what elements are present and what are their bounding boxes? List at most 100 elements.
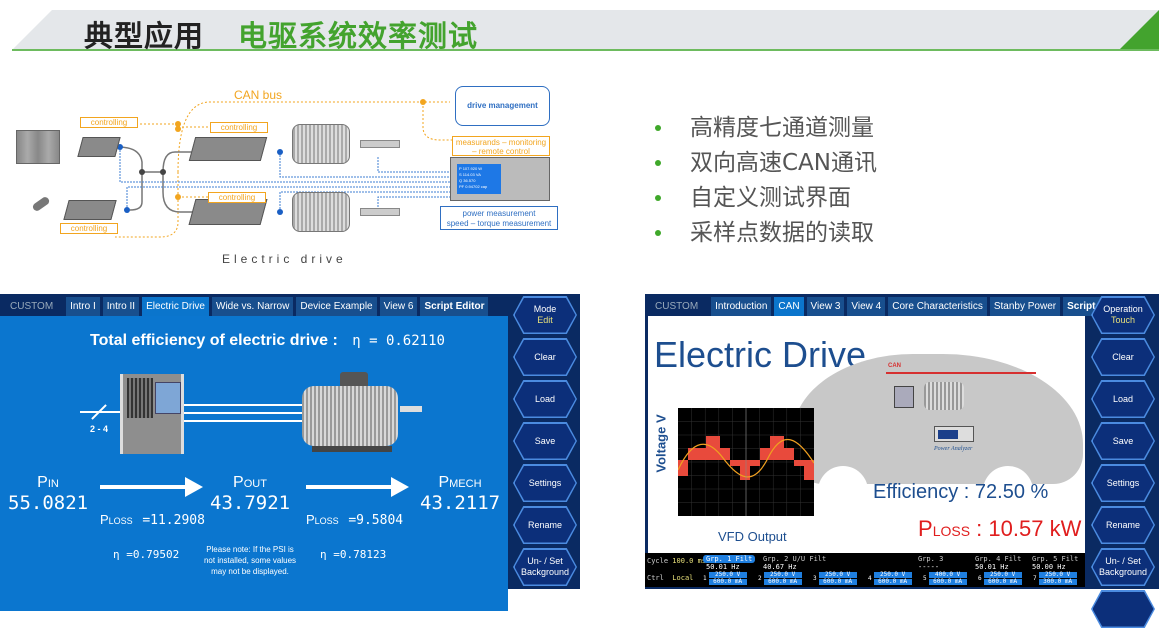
tab-view-4[interactable]: View 4 [847, 297, 886, 316]
un-set-button[interactable]: Un- / Set Background [1091, 548, 1155, 586]
button-face: Un- / Set Background [1092, 549, 1154, 585]
channel-number: 1 [703, 575, 707, 582]
save-button[interactable]: Save [1091, 422, 1155, 460]
group-name: Grp. 1 Filt [703, 555, 756, 563]
cycle-row: Cycle 100.0 ms [647, 557, 707, 565]
tab-electric-drive[interactable]: Electric Drive [142, 297, 209, 316]
button-label: Operation [1103, 304, 1143, 314]
channel-range[interactable]: 5 400.0 V 600.0 mA [923, 571, 967, 586]
button-face: Clear [514, 339, 576, 375]
channel-range[interactable]: 2 250.0 V 600.0 mA [758, 571, 802, 586]
tab-introduction[interactable]: Introduction [711, 297, 772, 316]
channel-range[interactable]: 7 250.0 V 300.0 mA [1033, 571, 1077, 586]
measurement-group[interactable]: Grp. 5 Filt 50.00 Hz [1029, 555, 1081, 571]
ploss-value: : 10.57 kW [976, 516, 1082, 541]
can-label: CAN [888, 363, 901, 369]
status-strip: Cycle 100.0 ms Ctrl Local Grp. 1 Filt 50.… [645, 553, 1085, 587]
button-face: Load [514, 381, 576, 417]
group-name: Grp. 4 Filt [975, 555, 1022, 563]
load-button[interactable]: Load [1091, 380, 1155, 418]
power-analyzer-label: Power Analyzer [934, 446, 973, 452]
can-bus-label: CAN bus [234, 88, 283, 102]
tab-bar: CUSTOM Intro I Intro II Electric Drive Wide … [0, 294, 491, 316]
button-face: Clear [1092, 339, 1154, 375]
inverter-icon [894, 386, 914, 408]
tab-view-3[interactable]: View 3 [806, 297, 845, 316]
channel-number: 6 [978, 575, 982, 582]
blank-button[interactable] [1091, 590, 1155, 628]
power-in-value: 55.0821 [8, 492, 89, 514]
measurement-group[interactable]: Grp. 2 U/U Filt 40.67 Hz [760, 555, 829, 571]
slide-header: 典型应用 电驱系统效率测试 [12, 10, 1159, 53]
diagram-caption: Electric drive [222, 252, 347, 266]
clear-button[interactable]: Clear [513, 338, 577, 376]
tab-intro-i[interactable]: Intro I [66, 297, 100, 316]
un-set-button[interactable]: Un- / Set Background [513, 548, 577, 586]
analyzer-screen-electric-drive: CUSTOM Intro I Intro II Electric Drive Wide … [0, 294, 580, 611]
save-button[interactable]: Save [513, 422, 577, 460]
rename-button[interactable]: Rename [513, 506, 577, 544]
button-label: Load [1112, 393, 1134, 404]
settings-button[interactable]: Settings [513, 464, 577, 502]
analyzer-line: PF 0.94702 cap [459, 184, 488, 189]
tab-can[interactable]: CAN [774, 297, 804, 316]
feature-text: 采样点数据的读取 [690, 220, 874, 246]
measurement-group[interactable]: Grp. 1 Filt 50.01 Hz [703, 555, 756, 571]
view-title: Electric Drive [654, 334, 867, 375]
motor-icon [292, 124, 350, 164]
power-mech-value: 43.2117 [420, 492, 501, 514]
tab-custom[interactable]: CUSTOM [645, 297, 708, 316]
measurement-group[interactable]: Grp. 4 Filt 50.01 Hz [972, 555, 1024, 571]
channel-range[interactable]: 3 250.0 V 600.0 mA [813, 571, 857, 586]
header-title: 电驱系统效率测试 [238, 19, 479, 53]
measurands-line: – remote control [472, 147, 530, 156]
loss-1: PLOSS =11.2908 [100, 512, 205, 528]
arrow-right-icon [100, 477, 203, 497]
psi-note: Please note: If the PSI is not installed,… [203, 545, 297, 576]
tab-wide-vs-narrow[interactable]: Wide vs. Narrow [212, 297, 294, 316]
button-label-line2: Background [1098, 567, 1148, 577]
efficiency-2: η =0.78123 [320, 548, 387, 561]
tab-stanby-power[interactable]: Stanby Power [989, 297, 1061, 316]
controller-icon [77, 137, 121, 157]
channel-number: 7 [1033, 575, 1037, 582]
tab-device-example[interactable]: Device Example [296, 297, 377, 316]
electric-drive-view: Total efficiency of electric drive : η =… [0, 316, 508, 611]
group-name: Grp. 2 U/U Filt [763, 555, 827, 563]
load-button[interactable]: Load [513, 380, 577, 418]
bullet-icon [655, 195, 661, 201]
inverter-panel [155, 382, 181, 414]
bullet-icon [655, 160, 661, 166]
controlling-tag: controlling [60, 223, 118, 234]
button-face: Save [514, 423, 576, 459]
button-label: Rename [527, 519, 563, 530]
feature-text: 高精度七通道测量 [690, 115, 874, 141]
ctrl-value: Local [672, 574, 694, 582]
tab-view-6[interactable]: View 6 [379, 297, 418, 316]
channel-range[interactable]: 4 250.0 V 600.0 mA [868, 571, 912, 586]
rename-button[interactable]: Rename [1091, 506, 1155, 544]
tab-custom[interactable]: CUSTOM [0, 297, 63, 316]
channel-range[interactable]: 1 250.0 V 600.0 mA [703, 571, 747, 586]
power-measurement-line: power measurement [462, 209, 536, 218]
current-range: 600.0 mA [818, 579, 857, 585]
button-label: Save [534, 435, 556, 446]
mode-button[interactable]: Mode Edit [513, 296, 577, 334]
tab-intro-ii[interactable]: Intro II [102, 297, 140, 316]
settings-button[interactable]: Settings [1091, 464, 1155, 502]
feature-list: 高精度七通道测量 双向高速CAN通讯 自定义测试界面 采样点数据的读取 [650, 112, 877, 252]
button-face: Rename [514, 507, 576, 543]
efficiency-title-row: Total efficiency of electric drive : η =… [90, 332, 445, 350]
button-face: Settings [1092, 465, 1154, 501]
operation-button[interactable]: Operation Touch [1091, 296, 1155, 334]
tab-core-characteristics[interactable]: Core Characteristics [888, 297, 987, 316]
clear-button[interactable]: Clear [1091, 338, 1155, 376]
button-face: Operation Touch [1092, 297, 1154, 333]
ploss-readout: PLOSS : 10.57 kW [918, 516, 1082, 541]
measurement-group[interactable]: Grp. 3 ----- [915, 555, 946, 571]
tab-script-editor[interactable]: Script Editor [420, 297, 489, 316]
feature-item: 采样点数据的读取 [650, 217, 877, 252]
power-measurement-box: power measurement speed – torque measure… [440, 206, 558, 230]
motor-shaft [400, 406, 422, 412]
channel-range[interactable]: 6 250.0 V 600.0 mA [978, 571, 1022, 586]
